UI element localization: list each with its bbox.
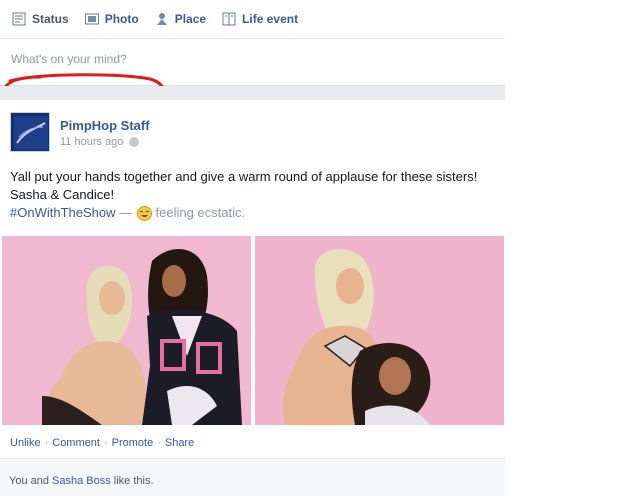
tab-place[interactable]: Place bbox=[155, 12, 206, 26]
feed-divider bbox=[0, 86, 505, 100]
likes-summary: You and Sasha Boss like this. bbox=[0, 458, 505, 496]
comment-link[interactable]: Comment bbox=[52, 437, 100, 449]
life-event-icon bbox=[222, 12, 236, 26]
post-photo-2[interactable] bbox=[255, 236, 504, 425]
likes-text: You and Sasha Boss like this. bbox=[9, 475, 154, 487]
tab-photo[interactable]: Photo bbox=[84, 12, 139, 26]
post-feeling-line: #OnWithTheShow — feeling ecstatic. bbox=[10, 204, 245, 222]
photo-icon bbox=[84, 12, 99, 26]
avatar[interactable] bbox=[10, 112, 50, 152]
place-icon bbox=[155, 12, 169, 26]
status-icon bbox=[12, 12, 26, 26]
share-link[interactable]: Share bbox=[165, 437, 194, 449]
composer-tabs: Status Photo Place Life event bbox=[0, 0, 505, 39]
post-text: Yall put your hands together and give a … bbox=[10, 169, 478, 202]
audience-globe-icon[interactable] bbox=[129, 137, 140, 147]
unlike-link[interactable]: Unlike bbox=[10, 437, 41, 449]
tab-life-event-label: Life event bbox=[242, 12, 299, 26]
action-separator: · bbox=[157, 437, 161, 449]
promote-link[interactable]: Promote bbox=[112, 437, 154, 449]
likes-suffix: like this. bbox=[110, 475, 154, 487]
tab-photo-label: Photo bbox=[104, 12, 139, 26]
tab-status[interactable]: Status bbox=[12, 12, 69, 26]
ecstatic-emoji-icon bbox=[136, 205, 152, 221]
status-input[interactable] bbox=[9, 51, 173, 67]
post-timestamp[interactable]: 11 hours ago bbox=[60, 136, 123, 148]
photo-1-image bbox=[2, 236, 251, 425]
likes-prefix: You and bbox=[9, 475, 53, 487]
action-separator: · bbox=[44, 437, 49, 449]
tab-life-event[interactable]: Life event bbox=[222, 12, 298, 26]
post-meta: 11 hours ago bbox=[60, 136, 140, 148]
hashtag-link[interactable]: #OnWithTheShow bbox=[10, 204, 116, 222]
tab-status-label: Status bbox=[32, 12, 69, 26]
post-photo-1[interactable] bbox=[2, 236, 251, 425]
feeling-text[interactable]: feeling ecstatic. bbox=[156, 204, 246, 222]
post-actions: Unlike · Comment · Promote · Share bbox=[10, 437, 194, 449]
feed-story: PimpHop Staff 11 hours ago Yall put your… bbox=[0, 100, 505, 496]
composer-input-area bbox=[0, 39, 505, 119]
action-separator: · bbox=[103, 437, 108, 449]
status-composer: Status Photo Place Life event bbox=[0, 0, 505, 119]
author-name[interactable]: PimpHop Staff bbox=[60, 118, 150, 133]
tab-place-label: Place bbox=[174, 12, 207, 26]
photo-2-image bbox=[255, 236, 504, 425]
liker-name-link[interactable]: Sasha Boss bbox=[52, 475, 111, 487]
dash-separator: — bbox=[119, 205, 133, 220]
